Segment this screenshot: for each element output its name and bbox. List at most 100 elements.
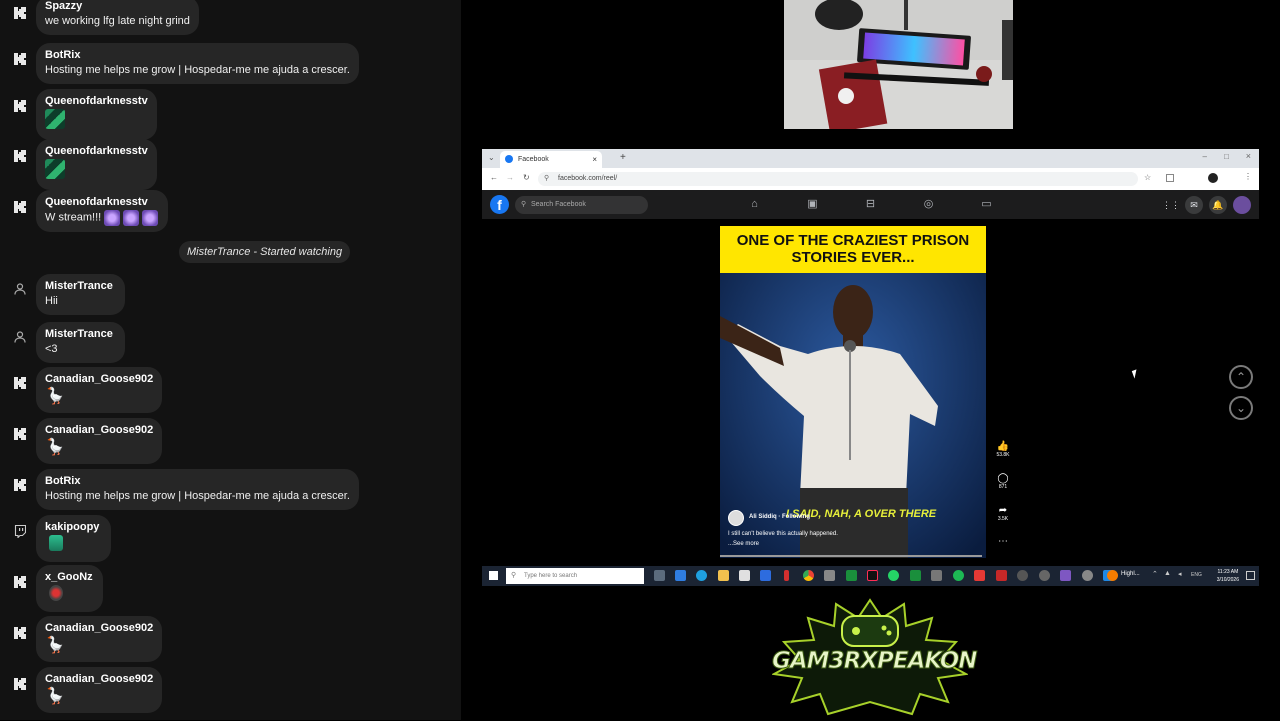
obs-icon[interactable]	[1017, 570, 1028, 581]
language-indicator[interactable]: ENG	[1191, 572, 1202, 578]
extensions-icon[interactable]	[1166, 174, 1174, 182]
chat-username[interactable]: BotRix	[45, 48, 350, 62]
tab-facebook[interactable]: Facebook ×	[500, 151, 602, 168]
maximize-button[interactable]: □	[1224, 152, 1229, 161]
app-icon[interactable]	[824, 570, 835, 581]
minimize-button[interactable]: –	[1203, 152, 1207, 161]
store-icon[interactable]	[739, 570, 750, 581]
like-button[interactable]: 👍 53.8K	[990, 441, 1016, 458]
follow-status[interactable]: Following	[782, 514, 810, 520]
comment-icon: ◯	[997, 473, 1009, 484]
video-icon[interactable]: ▣	[806, 198, 819, 211]
author-avatar[interactable]	[728, 510, 744, 526]
previous-reel-button[interactable]: ⌃	[1229, 365, 1253, 389]
app-icon[interactable]	[974, 570, 985, 581]
messenger-icon[interactable]: ✉	[1185, 196, 1203, 214]
chat-username[interactable]: BotRix	[45, 474, 350, 488]
app-icon[interactable]	[1039, 570, 1050, 581]
url-text: facebook.com/reel/	[558, 175, 618, 182]
chat-username[interactable]: Queenofdarknesstv	[45, 144, 148, 158]
new-tab-button[interactable]: +	[620, 152, 626, 163]
chat-username[interactable]: MisterTrance	[45, 327, 113, 341]
groups-icon[interactable]: ◎	[922, 198, 935, 211]
site-info-icon[interactable]: ⚲	[544, 172, 549, 186]
chat-username[interactable]: Spazzy	[45, 0, 190, 13]
notification-center-icon[interactable]	[1246, 571, 1255, 580]
chat-username[interactable]: Canadian_Goose902	[45, 621, 153, 635]
chat-text: W stream!!!	[45, 209, 159, 226]
tray-overflow-icon[interactable]: ⌃	[1152, 570, 1158, 578]
copilot-icon[interactable]	[675, 570, 686, 581]
close-tab-icon[interactable]: ×	[592, 151, 597, 168]
tab-search-icon[interactable]: ⌄	[488, 153, 495, 162]
notifications-icon[interactable]: 🔔	[1209, 196, 1227, 214]
edge-icon[interactable]	[696, 570, 707, 581]
goose-emote-icon: 🪿	[45, 439, 65, 456]
chat-username[interactable]: Queenofdarknesstv	[45, 195, 158, 209]
tab-title: Facebook	[518, 156, 549, 163]
app-icon[interactable]	[996, 570, 1007, 581]
share-icon: ➦	[998, 505, 1008, 516]
facebook-search-input[interactable]: ⚲ Search Facebook	[515, 196, 648, 214]
webcam-feed	[784, 0, 1013, 129]
chat-text: <3	[45, 343, 58, 355]
active-app-label[interactable]: Highl...	[1121, 571, 1140, 577]
reel-author[interactable]: Ali Siddiq · Following	[749, 514, 810, 520]
chat-username[interactable]: x_GooNz	[45, 570, 93, 584]
mail-icon[interactable]	[760, 570, 771, 581]
logo-text: GAM3RXPEAKON	[772, 648, 979, 675]
whatsapp-icon[interactable]	[888, 570, 899, 581]
share-button[interactable]: ➦ 3.5K	[990, 505, 1016, 522]
taskbar-search-input[interactable]: ⚲ Type here to search	[506, 568, 644, 584]
comment-button[interactable]: ◯ 871	[990, 473, 1016, 490]
kick-icon	[12, 375, 28, 391]
chat-username[interactable]: Queenofdarknesstv	[45, 94, 148, 108]
next-reel-button[interactable]: ⌄	[1229, 396, 1253, 420]
chrome-icon[interactable]	[803, 570, 814, 581]
chat-username[interactable]: Canadian_Goose902	[45, 372, 153, 386]
forward-icon[interactable]: →	[506, 173, 514, 182]
see-more-link[interactable]: ...See more	[728, 541, 759, 547]
gaming-icon[interactable]: ▭	[980, 198, 993, 211]
task-view-icon[interactable]	[654, 570, 665, 581]
home-icon[interactable]: ⌂	[748, 198, 761, 211]
reel-progress-bar[interactable]	[720, 555, 982, 557]
app-icon[interactable]	[910, 570, 921, 581]
taskbar-clock[interactable]: 11:23 AM 3/10/2026	[1217, 568, 1239, 584]
profile-avatar[interactable]	[1208, 173, 1218, 183]
highlight-app-icon[interactable]	[1107, 570, 1118, 581]
tiktok-icon[interactable]	[867, 570, 878, 581]
app-icon[interactable]	[846, 570, 857, 581]
chat-username[interactable]: Canadian_Goose902	[45, 423, 153, 437]
marketplace-icon[interactable]: ⊟	[864, 198, 877, 211]
account-avatar[interactable]	[1233, 196, 1251, 214]
kick-icon	[12, 199, 28, 215]
emote-icon	[142, 210, 159, 226]
more-options-icon[interactable]: ⋯	[990, 536, 1016, 547]
back-icon[interactable]: ←	[490, 173, 498, 182]
chat-username[interactable]: Canadian_Goose902	[45, 672, 153, 686]
bookmark-star-icon[interactable]: ☆	[1144, 173, 1151, 182]
app-icon[interactable]	[931, 570, 942, 581]
address-bar[interactable]: ⚲ facebook.com/reel/	[538, 172, 1138, 186]
goose-emote-icon: 🪿	[45, 637, 65, 654]
browser-menu-icon[interactable]: ⋮	[1244, 172, 1252, 181]
tray-icon[interactable]: ▲	[1164, 570, 1171, 577]
reel-video[interactable]: ONE OF THE CRAZIEST PRISON STORIES EVER.…	[720, 226, 986, 558]
chat-username[interactable]: MisterTrance	[45, 279, 113, 293]
facebook-logo[interactable]: f	[490, 195, 509, 214]
app-icon[interactable]	[1060, 570, 1071, 581]
chat-username[interactable]: kakipoopy	[45, 520, 99, 534]
start-button-icon[interactable]	[489, 571, 498, 580]
file-explorer-icon[interactable]	[718, 570, 729, 581]
kick-icon	[12, 51, 28, 67]
close-window-button[interactable]: ×	[1246, 151, 1251, 161]
spotify-icon[interactable]	[953, 570, 964, 581]
volume-icon[interactable]: ◂	[1178, 570, 1182, 578]
goose-emote-icon: 🪿	[45, 688, 65, 705]
app-icon[interactable]	[1082, 570, 1093, 581]
menu-grid-icon[interactable]: ⋮⋮	[1162, 196, 1180, 214]
reload-icon[interactable]: ↻	[523, 173, 530, 182]
app-icon[interactable]	[784, 570, 789, 581]
kick-icon	[12, 426, 28, 442]
